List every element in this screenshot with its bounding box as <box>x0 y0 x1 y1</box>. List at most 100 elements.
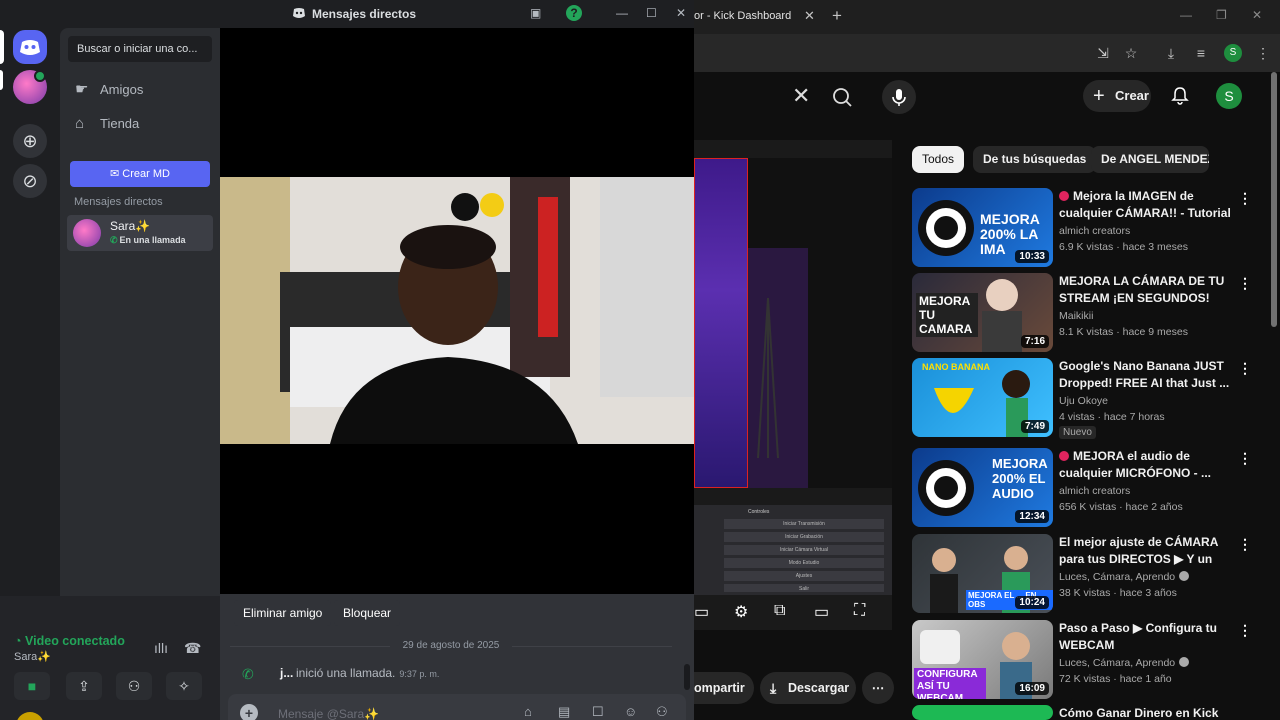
voice-search-button[interactable] <box>882 80 916 114</box>
recommended-video[interactable]: MEJORA TU CAMARA 7:16 MEJORA LA CÁMARA D… <box>912 273 1272 353</box>
video-title[interactable]: Mejora la IMAGEN de cualquier CÁMARA!! -… <box>1059 188 1234 222</box>
obs-row[interactable]: Iniciar Grabación <box>724 532 884 542</box>
playlist-icon[interactable]: ≡ <box>1192 44 1210 62</box>
video-title[interactable]: MEJORA LA CÁMARA DE TU STREAM ¡EN SEGUND… <box>1059 273 1234 306</box>
browser-menu-icon[interactable]: ⋮ <box>1254 44 1272 62</box>
notifications-bell-icon[interactable] <box>1170 86 1190 106</box>
disconnect-icon[interactable]: ☎ <box>184 640 201 657</box>
download-icon[interactable]: ⤓ <box>1162 44 1180 62</box>
inbox-icon[interactable]: ▣ <box>530 6 541 20</box>
participant-video[interactable] <box>220 177 694 444</box>
more-options-icon[interactable]: ⋮ <box>1238 450 1252 467</box>
maximize-icon[interactable]: ❐ <box>1216 8 1227 22</box>
sticker-icon[interactable]: ☐ <box>592 704 604 720</box>
video-thumbnail[interactable]: CONFIGURA ASÍ TU WEBCAM 16:09 <box>912 620 1053 699</box>
obs-row[interactable]: Ajustes <box>724 571 884 581</box>
direct-messages-home-button[interactable] <box>13 30 47 64</box>
gift-icon[interactable]: ⌂ <box>524 704 532 719</box>
noise-suppression-icon[interactable]: ıllı <box>154 640 168 656</box>
attach-plus-icon[interactable]: + <box>240 704 258 720</box>
video-title[interactable]: Google's Nano Banana JUST Dropped! FREE … <box>1059 358 1234 391</box>
help-icon[interactable]: ? <box>566 5 582 21</box>
more-options-icon[interactable]: ⋮ <box>1238 275 1252 292</box>
miniplayer-icon[interactable]: ⧉ <box>774 602 785 620</box>
video-thumbnail[interactable]: MEJORA 200% EL AUDIO 12:34 <box>912 448 1053 527</box>
bookmark-star-icon[interactable]: ☆ <box>1122 44 1140 62</box>
fullscreen-icon[interactable]: ⛶ <box>854 602 865 620</box>
video-player[interactable]: Controles Iniciar Transmisión Iniciar Gr… <box>694 140 892 630</box>
emoji-icon[interactable]: ☺ <box>624 704 637 719</box>
more-options-icon[interactable]: ⋮ <box>1238 536 1252 553</box>
camera-toggle-button[interactable]: ■ <box>14 672 50 700</box>
video-thumbnail[interactable] <box>912 705 1053 720</box>
tab-close-icon[interactable]: ✕ <box>804 8 815 24</box>
discord-titlebar[interactable]: Mensajes directos ▣ ? — ☐ ✕ <box>0 0 694 28</box>
more-options-icon[interactable]: ⋮ <box>1238 360 1252 377</box>
recommended-video[interactable]: MEJORA 200% EL AUDIO 12:34 MEJORA el aud… <box>912 448 1272 528</box>
create-dm-button[interactable]: ✉ Crear MD <box>70 161 210 187</box>
share-button[interactable]: ompartir <box>694 672 754 704</box>
video-title[interactable]: El mejor ajuste de CÁMARA para tus DIREC… <box>1059 534 1234 568</box>
video-title[interactable]: MEJORA el audio de cualquier MICRÓFONO -… <box>1059 448 1234 481</box>
sidebar-item-store[interactable]: ⌂ Tienda <box>68 108 212 140</box>
dm-item-sara[interactable]: Sara✨ ✆ En una llamada <box>67 215 213 251</box>
remove-friend-button[interactable]: Eliminar amigo <box>234 600 332 626</box>
more-options-icon[interactable]: ⋮ <box>1238 190 1252 207</box>
recommended-video[interactable]: NANO BANANA 7:49 Google's Nano Banana JU… <box>912 358 1272 439</box>
install-app-icon[interactable]: ⇲ <box>1094 44 1112 62</box>
minimize-icon[interactable]: — <box>616 6 628 20</box>
soundboard-button[interactable]: ✧ <box>166 672 202 700</box>
page-scrollbar[interactable] <box>1270 72 1278 712</box>
close-window-icon[interactable]: ✕ <box>1252 8 1262 22</box>
download-button[interactable]: ⤓ Descargar <box>760 672 856 704</box>
block-button[interactable]: Bloquear <box>334 600 401 626</box>
channel-name[interactable]: Maikikii <box>1059 310 1093 322</box>
apps-icon[interactable]: ⚇ <box>656 704 668 720</box>
obs-row[interactable]: Modo Estudio <box>724 558 884 568</box>
chip-from-searches[interactable]: De tus búsquedas <box>973 146 1097 173</box>
search-button[interactable] <box>828 80 872 114</box>
video-stage[interactable] <box>220 28 694 594</box>
message-input[interactable] <box>278 704 478 720</box>
video-title[interactable]: Cómo Ganar Dinero en Kick <box>1059 705 1234 720</box>
close-icon[interactable]: ✕ <box>676 6 686 20</box>
theater-mode-icon[interactable]: ▭ <box>814 602 829 622</box>
channel-name[interactable]: Luces, Cámara, Aprendo <box>1059 657 1190 669</box>
browser-tab-title[interactable]: or - Kick Dashboard <box>694 10 791 22</box>
gif-icon[interactable]: ▤ <box>558 704 570 720</box>
obs-row[interactable]: Iniciar Transmisión <box>724 519 884 529</box>
youtube-account-avatar[interactable]: S <box>1216 83 1242 109</box>
screen-share-button[interactable]: ⇪ <box>66 672 102 700</box>
sidebar-item-friends[interactable]: ☛ Amigos <box>68 74 212 106</box>
recommended-video[interactable]: CONFIGURA ASÍ TU WEBCAM 16:09 Paso a Pas… <box>912 620 1272 700</box>
user-avatar[interactable] <box>16 712 44 720</box>
more-options-icon[interactable]: ⋮ <box>1238 622 1252 639</box>
obs-row[interactable]: Iniciar Cámara Virtual <box>724 545 884 555</box>
chat-scrollbar[interactable] <box>684 664 690 690</box>
add-server-button[interactable]: ⊕ <box>13 124 47 158</box>
channel-name[interactable]: Luces, Cámara, Aprendo <box>1059 571 1190 583</box>
minimize-icon[interactable]: — <box>1180 8 1192 22</box>
create-button[interactable]: + Crear <box>1083 80 1151 112</box>
discover-button[interactable]: ⊘ <box>13 164 47 198</box>
more-actions-button[interactable]: ⋯ <box>862 672 894 704</box>
message-author[interactable]: j... <box>280 666 293 680</box>
video-thumbnail[interactable]: NANO BANANA 7:49 <box>912 358 1053 437</box>
video-thumbnail[interactable]: MEJORA TU CAMARA 7:16 <box>912 273 1053 352</box>
recommended-video[interactable]: MEJORA EL ... EN OBS 10:24 El mejor ajus… <box>912 534 1272 614</box>
clear-search-icon[interactable]: ✕ <box>792 85 810 107</box>
channel-name[interactable]: almich creators <box>1059 225 1130 237</box>
search-input[interactable]: Buscar o iniciar una co... <box>68 36 212 62</box>
scrollbar-thumb[interactable] <box>1271 72 1277 327</box>
chip-from-channel[interactable]: De ANGEL MENDEZ <box>1091 146 1209 173</box>
new-tab-icon[interactable]: + <box>832 6 842 26</box>
obs-row[interactable]: Salir <box>724 584 884 592</box>
activities-button[interactable]: ⚇ <box>116 672 152 700</box>
video-thumbnail[interactable]: MEJORA EL ... EN OBS 10:24 <box>912 534 1053 613</box>
video-thumbnail[interactable]: MEJORA 200% LA IMA 10:33 <box>912 188 1053 267</box>
chip-all[interactable]: Todos <box>912 146 965 173</box>
recommended-video[interactable]: Cómo Ganar Dinero en Kick <box>912 705 1272 720</box>
subtitles-icon[interactable]: ▭ <box>694 602 709 622</box>
channel-name[interactable]: almich creators <box>1059 485 1130 497</box>
maximize-icon[interactable]: ☐ <box>646 6 657 20</box>
